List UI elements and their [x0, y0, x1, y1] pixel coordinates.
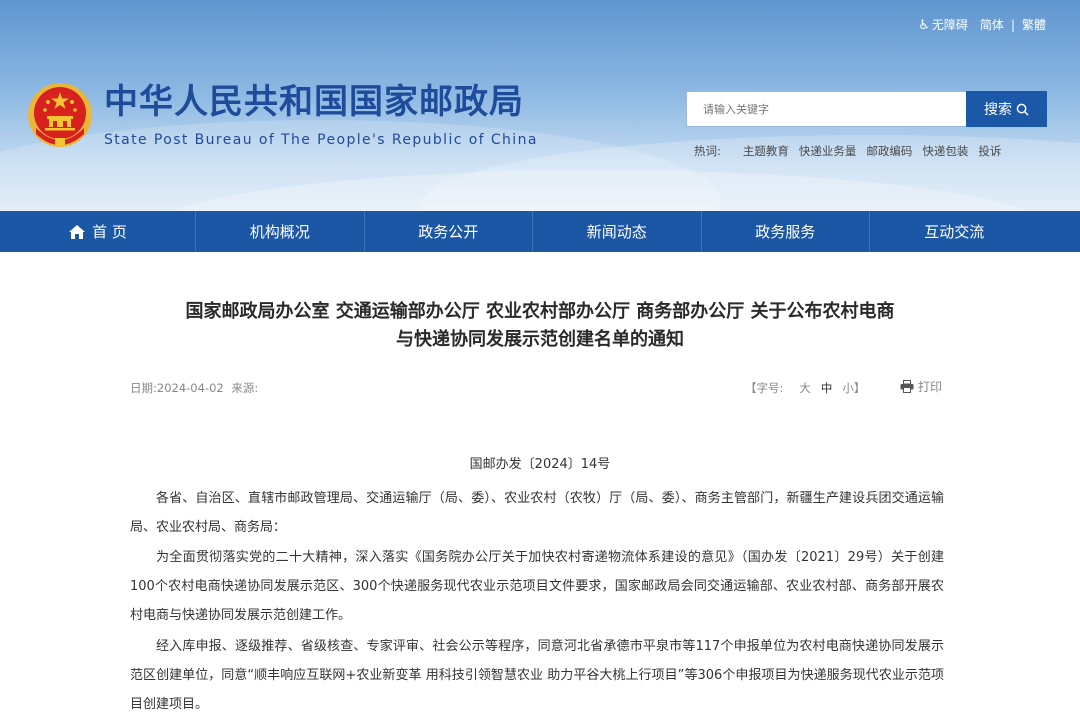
accessibility-label: 无障碍: [931, 18, 968, 32]
hotwords-bar: 热词: 主题教育 快递业务量 邮政编码 快递包装 投诉: [694, 143, 1001, 159]
document-number: 国邮办发〔2024〕14号: [469, 457, 611, 472]
search-button-label: 搜索: [984, 101, 1012, 117]
hotword-link[interactable]: 快递包装: [922, 143, 968, 159]
font-size-large-option[interactable]: 大: [799, 380, 811, 396]
font-size-small-option[interactable]: 小】: [842, 380, 865, 396]
article-title: 国家邮政局办公室 交通运输部办公厅 农业农村部办公厅 商务部办公厅 关于公布农村…: [100, 298, 980, 354]
article-paragraph: 经入库申报、逐级推荐、省级核查、专家评审、社会公示等程序，同意河北省承德市平泉市…: [130, 639, 944, 712]
article-meta: 日期:2024-04-02 来源:: [130, 380, 258, 396]
article-paragraph: 各省、自治区、直辖市邮政管理局、交通运输厅（局、委）、农业农村（农牧）厅（局、委…: [130, 491, 944, 535]
site-header: ♿ 无障碍 简体 | 繁體 中华人民共和国国家邮政局 State Post Bur…: [0, 0, 1080, 211]
hotword-link[interactable]: 邮政编码: [866, 143, 912, 159]
date-label: 日期:: [130, 381, 157, 395]
nav-item-government-affairs[interactable]: 政务公开: [365, 211, 533, 252]
nav-item-interaction[interactable]: 互动交流: [870, 211, 1039, 252]
search-input[interactable]: [686, 91, 968, 127]
source-label: 来源:: [231, 381, 259, 395]
simplified-chinese-link[interactable]: 简体: [980, 16, 1004, 33]
main-nav: 首 页 机构概况 政务公开 新闻动态 政务服务 互动交流: [0, 211, 1080, 252]
site-subtitle-english: State Post Bureau of The People's Republ…: [104, 132, 538, 148]
hotword-link[interactable]: 投诉: [978, 143, 1001, 159]
print-label: 打印: [918, 380, 943, 394]
home-icon: [69, 224, 86, 239]
print-button[interactable]: 打印: [900, 378, 942, 395]
search-button[interactable]: 搜索: [966, 91, 1047, 127]
hotwords-label: 热词:: [694, 144, 721, 158]
accessibility-link[interactable]: ♿ 无障碍: [918, 16, 968, 33]
publish-date: 2024-04-02: [156, 381, 224, 395]
search-icon: [1016, 103, 1029, 116]
hotword-link[interactable]: 快递业务量: [799, 143, 857, 159]
font-size-medium-option[interactable]: 中: [821, 380, 833, 396]
top-links: ♿ 无障碍 简体 | 繁體: [918, 16, 1046, 34]
article-paragraph: 为全面贯彻落实党的二十大精神，深入落实《国务院办公厅关于加快农村寄递物流体系建设…: [130, 550, 944, 623]
printer-icon: [900, 380, 914, 393]
nav-item-home[interactable]: 首 页: [0, 211, 196, 252]
nav-item-services[interactable]: 政务服务: [702, 211, 870, 252]
site-title: 中华人民共和国国家邮政局: [104, 82, 524, 122]
nav-label: 首 页: [92, 223, 127, 241]
accessibility-icon: ♿: [918, 18, 930, 33]
article-title-line: 国家邮政局办公室 交通运输部办公厅 农业农村部办公厅 商务部办公厅 关于公布农村…: [185, 301, 895, 322]
article-title-line: 与快递协同发展示范创建名单的通知: [396, 329, 684, 350]
nav-item-news[interactable]: 新闻动态: [533, 211, 702, 252]
nav-item-organization[interactable]: 机构概况: [196, 211, 365, 252]
hotword-link[interactable]: 主题教育: [743, 143, 789, 159]
traditional-chinese-link[interactable]: 繁體: [1022, 16, 1046, 33]
national-emblem-icon: [28, 83, 92, 147]
font-size-control: 【字号: 大 中 小】: [745, 380, 865, 396]
language-separator: |: [1010, 17, 1015, 32]
font-size-label: 【字号:: [745, 381, 784, 395]
